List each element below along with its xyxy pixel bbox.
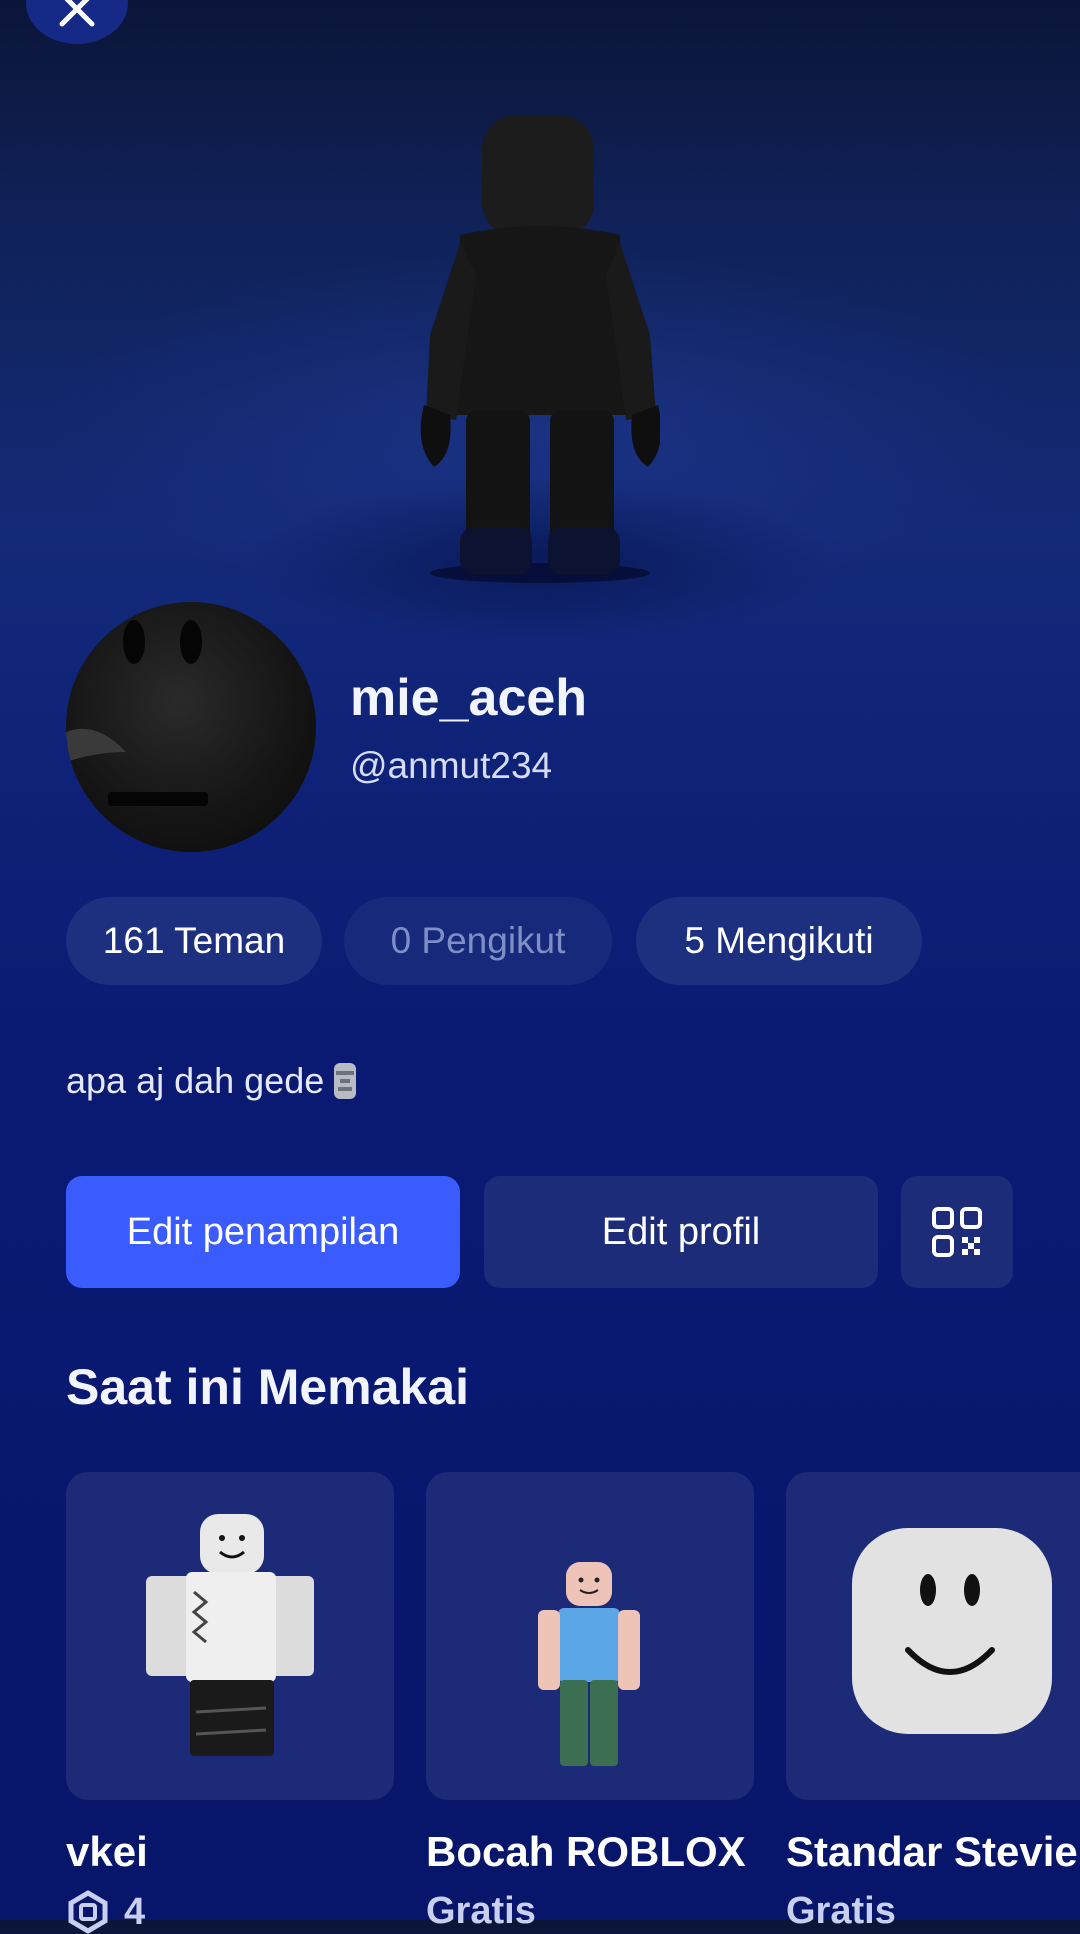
display-name: mie_aceh	[350, 669, 588, 727]
wearing-item-price: Gratis	[786, 1890, 896, 1932]
qr-code-icon	[932, 1207, 982, 1257]
followers-count-button[interactable]: 0 Pengikut	[344, 897, 612, 985]
standard-stevie-face-thumbnail	[852, 1528, 1052, 1734]
avatar-3d-model[interactable]	[420, 115, 660, 585]
edit-profile-button[interactable]: Edit profil	[484, 1176, 878, 1288]
wearing-item-name[interactable]: Bocah ROBLOX	[426, 1828, 746, 1876]
bio: apa aj dah gede	[66, 1060, 360, 1102]
edit-appearance-button[interactable]: Edit penampilan	[66, 1176, 460, 1288]
bocah-roblox-thumbnail	[538, 1562, 640, 1766]
wearing-item-card[interactable]	[786, 1472, 1080, 1800]
close-icon	[59, 0, 95, 27]
close-button[interactable]	[26, 0, 128, 44]
avatar-face	[66, 620, 208, 806]
vkei-outfit-thumbnail	[146, 1514, 314, 1756]
friends-count-button[interactable]: 161 Teman	[66, 897, 322, 985]
robux-icon	[68, 1890, 108, 1934]
bio-text: apa aj dah gede	[66, 1060, 325, 1101]
wearing-item-card[interactable]	[426, 1472, 754, 1800]
moai-emoji-icon	[334, 1063, 357, 1099]
wearing-item-card[interactable]	[66, 1472, 394, 1800]
avatar-showcase	[0, 0, 1080, 640]
username: @anmut234	[350, 745, 553, 786]
wearing-item-price-value: 4	[124, 1890, 146, 1933]
wearing-item-price: 4	[66, 1890, 145, 1934]
wearing-item-name[interactable]: Standar Stevie	[786, 1828, 1078, 1876]
avatar[interactable]	[66, 602, 316, 852]
wearing-item-price: Gratis	[426, 1890, 536, 1932]
qr-code-button[interactable]	[901, 1176, 1013, 1288]
following-count-button[interactable]: 5 Mengikuti	[636, 897, 922, 985]
wearing-item-name[interactable]: vkei	[66, 1828, 148, 1876]
currently-wearing-title: Saat ini Memakai	[66, 1359, 469, 1415]
